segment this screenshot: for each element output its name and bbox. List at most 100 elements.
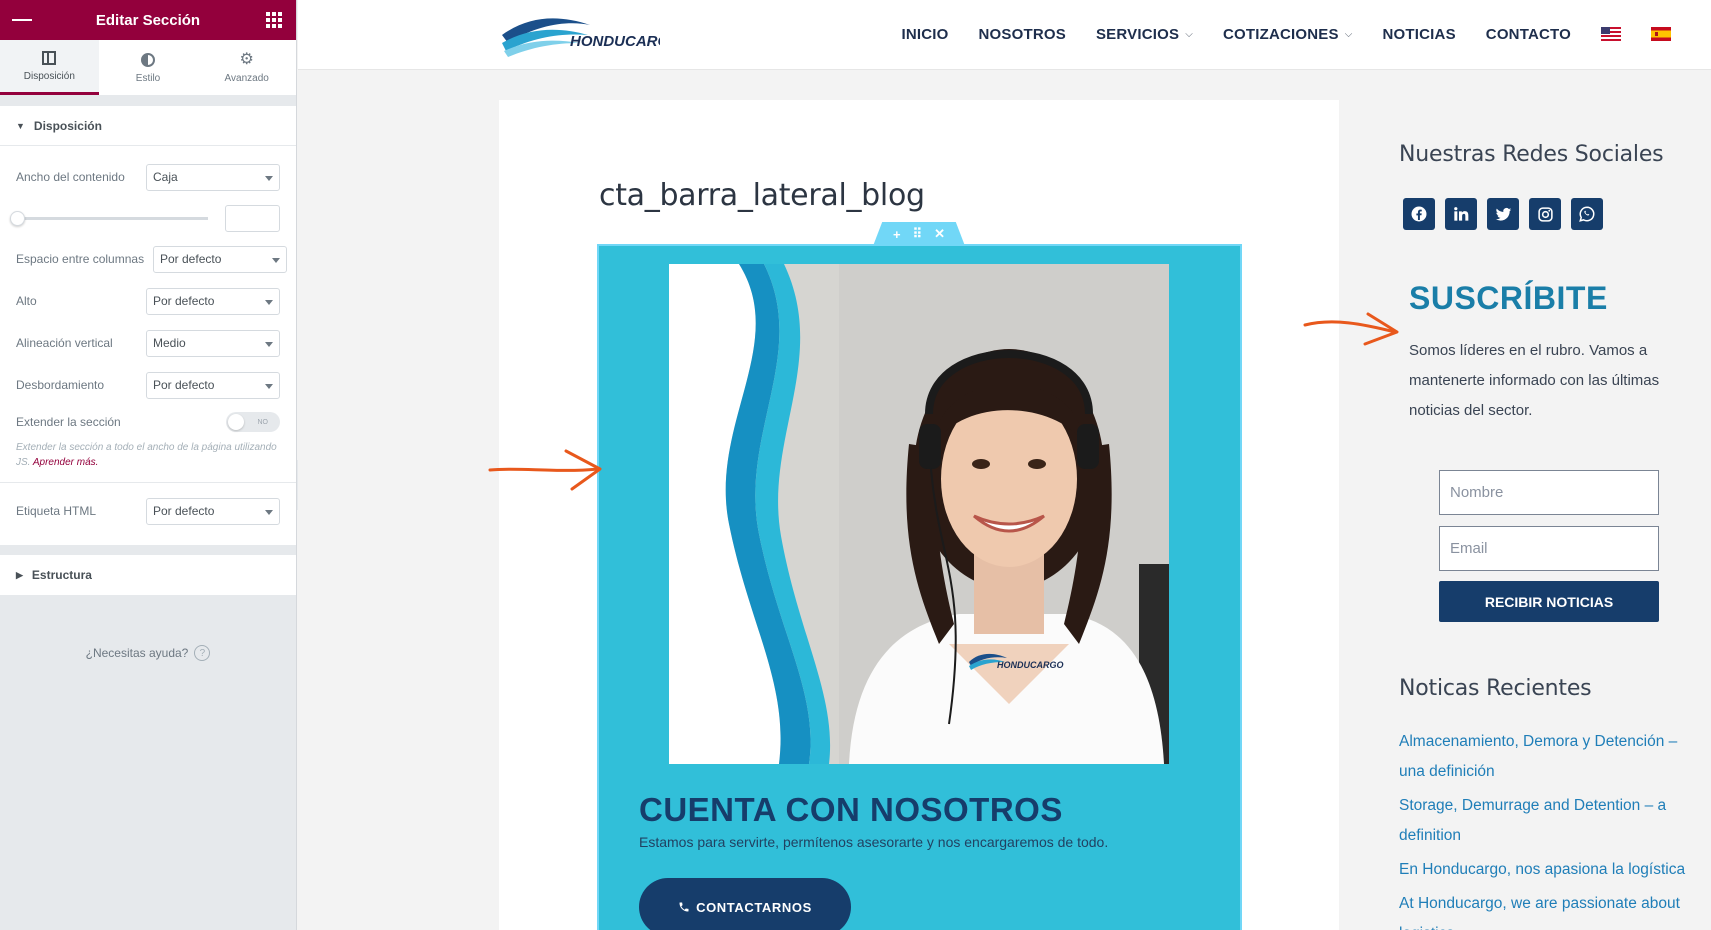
layout-section: ▼ Disposición Ancho del contenido Caja E… — [0, 106, 296, 545]
cta-section[interactable]: HONDUCARGO CUENTA CON NOSOTROS Estamos p… — [597, 244, 1242, 930]
tab-style-label: Estilo — [135, 72, 161, 84]
control-vertical-align: Alineación vertical Medio — [16, 322, 280, 364]
editor-panel: Editar Sección Disposición Estilo ⚙ Avan… — [0, 0, 297, 930]
control-column-gap: Espacio entre columnas Por defecto — [16, 238, 287, 280]
annotation-arrow-icon — [488, 449, 602, 491]
control-label: Etiqueta HTML — [16, 504, 97, 518]
contrast-icon — [141, 52, 155, 67]
question-icon: ? — [194, 645, 211, 661]
control-content-width: Ancho del contenido Caja — [16, 156, 280, 198]
structure-title: Estructura — [31, 568, 92, 582]
phone-icon — [679, 902, 689, 912]
learn-more-link[interactable]: Aprender más. — [33, 457, 99, 468]
email-input[interactable]: Email — [1439, 526, 1659, 571]
gear-icon: ⚙ — [239, 50, 254, 68]
caret-right-icon: ▶ — [16, 569, 23, 580]
content-width-input[interactable] — [225, 204, 280, 232]
vertical-align-select[interactable]: Medio — [146, 329, 280, 357]
linkedin-icon[interactable] — [1445, 198, 1477, 230]
slider-handle[interactable] — [10, 210, 25, 226]
content-width-slider[interactable] — [10, 210, 208, 226]
blog-sidebar: Nuestras Redes Sociales SUSCRÍBITE Somos… — [1398, 0, 1708, 930]
help-label: ¿Necesitas ayuda? — [85, 646, 189, 660]
honducargo-logo[interactable]: HONDUCARGO — [500, 13, 660, 58]
control-label: Alineación vertical — [16, 336, 113, 350]
cta-text: Estamos para servirte, permítenos asesor… — [639, 834, 1109, 850]
subscribe-title: SUSCRÍBITE — [1409, 280, 1608, 316]
overflow-select[interactable]: Por defecto — [146, 371, 280, 399]
tab-advanced[interactable]: ⚙ Avanzado — [197, 40, 296, 95]
annotation-arrow-icon — [1303, 312, 1399, 346]
control-html-tag: Etiqueta HTML Por defecto — [16, 483, 280, 539]
recent-post-link[interactable]: At Honducargo, we are passionate about l… — [1399, 889, 1699, 930]
menu-label: COTIZACIONES — [1222, 25, 1339, 43]
name-input[interactable]: Nombre — [1439, 470, 1659, 515]
panel-tabs: Disposición Estilo ⚙ Avanzado — [0, 40, 296, 96]
control-overflow: Desbordamiento Por defecto — [16, 364, 280, 406]
menu-label: SERVICIOS — [1095, 25, 1180, 43]
section-toggle-structure[interactable]: ▶ Estructura — [0, 555, 296, 595]
control-label: Extender la sección — [16, 415, 121, 429]
widgets-grid-icon[interactable] — [264, 10, 284, 30]
section-title-label: Disposición — [33, 118, 102, 133]
post-title: cta_barra_lateral_blog — [599, 178, 925, 213]
layout-icon — [42, 51, 57, 65]
delete-section-icon[interactable]: ✕ — [934, 226, 945, 242]
control-stretch: Extender la sección NO — [16, 406, 280, 438]
menu-label: NOSOTROS — [978, 25, 1066, 43]
menu-icon[interactable] — [12, 10, 33, 30]
panel-title: Editar Sección — [95, 11, 201, 29]
site-preview: HONDUCARGO INICIO NOSOTROS SERVICIOS ⌵ CO… — [298, 0, 1711, 930]
stretch-toggle[interactable]: NO — [226, 412, 280, 432]
recent-posts-list: Almacenamiento, Demora y Detención – una… — [1399, 727, 1699, 930]
social-title: Nuestras Redes Sociales — [1399, 142, 1664, 167]
tab-advanced-label: Avanzado — [224, 72, 269, 84]
menu-item-nosotros[interactable]: NOSOTROS — [979, 26, 1066, 43]
agent-photo: HONDUCARGO — [669, 264, 1169, 764]
subscribe-text: Somos líderes en el rubro. Vamos a mante… — [1409, 342, 1660, 419]
facebook-icon[interactable] — [1403, 198, 1435, 230]
contact-button[interactable]: CONTACTARNOS — [639, 878, 851, 930]
twitter-icon[interactable] — [1487, 198, 1519, 230]
recent-post-link[interactable]: En Honducargo, nos apasiona la logística — [1399, 855, 1699, 885]
control-label: Alto — [16, 294, 37, 308]
instagram-icon[interactable] — [1529, 198, 1561, 230]
height-select[interactable]: Por defecto — [146, 287, 280, 315]
tab-layout-label: Disposición — [23, 71, 75, 82]
html-tag-select[interactable]: Por defecto — [146, 497, 280, 525]
menu-item-servicios[interactable]: SERVICIOS ⌵ — [1096, 26, 1193, 43]
caret-down-icon: ▼ — [16, 120, 25, 131]
whatsapp-icon[interactable] — [1571, 198, 1603, 230]
structure-section: ▶ Estructura — [0, 555, 296, 595]
subscribe-button[interactable]: RECIBIR NOTICIAS — [1439, 581, 1659, 622]
content-area: cta_barra_lateral_blog + ⠿ ✕ HONDUCARGO … — [499, 100, 1339, 930]
recent-posts-title: Noticas Recientes — [1399, 676, 1592, 701]
control-label: Desbordamiento — [16, 378, 105, 392]
social-links — [1403, 198, 1603, 230]
control-label: Espacio entre columnas — [16, 252, 145, 266]
add-section-icon[interactable]: + — [893, 227, 901, 242]
column-gap-select[interactable]: Por defecto — [153, 245, 287, 273]
contact-button-label: CONTACTARNOS — [696, 899, 812, 915]
menu-item-cotizaciones[interactable]: COTIZACIONES ⌵ — [1223, 26, 1353, 43]
section-toggle-layout[interactable]: ▼ Disposición — [0, 106, 296, 146]
logo-wordmark: HONDUCARGO — [570, 33, 660, 50]
panel-header: Editar Sección — [0, 0, 296, 40]
shirt-logo-wordmark: HONDUCARGO — [997, 660, 1064, 670]
help-link[interactable]: ¿Necesitas ayuda? ? — [0, 645, 296, 661]
tab-style[interactable]: Estilo — [99, 40, 198, 95]
tab-layout[interactable]: Disposición — [0, 40, 99, 95]
control-label: Ancho del contenido — [16, 170, 125, 184]
cta-heading: CUENTA CON NOSOTROS — [639, 791, 1063, 828]
menu-item-inicio[interactable]: INICIO — [901, 26, 948, 43]
content-width-select[interactable]: Caja — [146, 163, 280, 191]
chevron-down-icon: ⌵ — [1344, 28, 1353, 40]
recent-post-link[interactable]: Storage, Demurrage and Detention – a def… — [1399, 791, 1699, 851]
content-width-slider-row — [10, 198, 280, 238]
chevron-down-icon: ⌵ — [1185, 28, 1193, 40]
menu-label: INICIO — [901, 25, 949, 43]
drag-handle-icon[interactable]: ⠿ — [913, 226, 923, 242]
stretch-description: Extender la sección a todo el ancho de l… — [16, 438, 280, 482]
recent-post-link[interactable]: Almacenamiento, Demora y Detención – una… — [1399, 727, 1699, 787]
section-handle: + ⠿ ✕ — [873, 222, 965, 246]
